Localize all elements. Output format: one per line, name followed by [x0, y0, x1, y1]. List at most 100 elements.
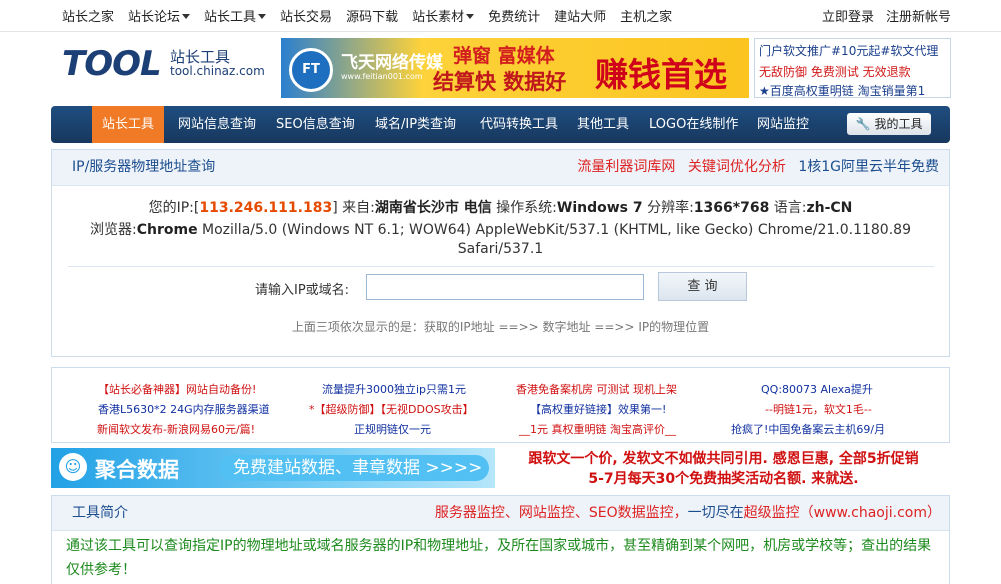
- header-link[interactable]: 流量利器词库网: [577, 159, 675, 175]
- text-ad[interactable]: 流量提升3000独立ip只需1元: [322, 381, 466, 397]
- wrench-icon: 🔧: [855, 117, 871, 131]
- top-nav-item[interactable]: 免费统计: [488, 6, 540, 25]
- top-nav-label: 站长工具: [204, 10, 257, 25]
- text-ad[interactable]: *【超级防御】【无视DDOS攻击】: [309, 401, 474, 417]
- intro-link-text: 一切尽在: [687, 505, 744, 521]
- main-nav: 站长工具 网站信息查询 SEO信息查询 域名/IP类查询 代码转换工具 其他工具…: [51, 106, 950, 143]
- top-nav: 站长之家 站长论坛 站长工具 站长交易 源码下载 站长素材 免费统计 建站大师 …: [62, 0, 686, 31]
- resolution-value: 1366*768: [693, 200, 770, 216]
- top-nav-item[interactable]: 主机之家: [620, 6, 672, 25]
- banner-ad[interactable]: FT 飞天网络传媒 www.feitian001.com 弹窗 富媒体 结算快 …: [281, 38, 749, 98]
- lang-label: 语言:: [769, 200, 807, 216]
- account-links: 立即登录 注册新帐号: [810, 0, 951, 31]
- intro-link-brand: 超级监控: [743, 505, 800, 521]
- chevron-down-icon: [258, 14, 267, 19]
- top-nav-item[interactable]: 站长交易: [280, 6, 332, 25]
- juhe-brand: 聚合数据: [95, 458, 179, 482]
- browser-line-2: Safari/537.1: [52, 241, 949, 257]
- juhe-pill: 免费建站数据、聿章数据 >>>>: [219, 455, 489, 481]
- text-ad[interactable]: 【高权重好链接】效果第一!: [530, 401, 666, 417]
- logo-url: tool.chinaz.com: [170, 64, 265, 78]
- promo-line: 跟软文一个价, 发软文不如做共同引用. 感恩巨惠, 全部5折促销: [528, 451, 919, 467]
- nav-tab-seo-info[interactable]: SEO信息查询: [276, 106, 355, 143]
- text-ad[interactable]: --明链1元，软文1毛--: [765, 401, 872, 417]
- ip-label: 您的IP:[: [148, 200, 200, 216]
- text-ad[interactable]: 正规明链仅一元: [354, 421, 431, 437]
- login-link[interactable]: 立即登录: [822, 6, 874, 25]
- smiley-icon: ☺: [59, 453, 87, 481]
- header-link[interactable]: 关键词优化分析: [688, 159, 786, 175]
- text-ads-grid: 【站长必备神器】网站自动备份! 流量提升3000独立ip只需1元 香港免备案机房…: [51, 367, 950, 443]
- nav-tab-code-convert[interactable]: 代码转换工具: [480, 106, 558, 143]
- top-nav-label: 站长交易: [280, 10, 333, 25]
- text-ad[interactable]: __1元 真权重明链 淘宝高评价__: [519, 421, 676, 437]
- text-ad[interactable]: 新闻软文发布-新浪网易60元/篇!: [97, 421, 255, 437]
- divider: [68, 266, 934, 267]
- banner-line1: 弹窗 富媒体: [453, 45, 555, 67]
- text-ad[interactable]: 香港免备案机房 可测试 现机上架: [516, 381, 677, 397]
- user-agent-cont: Safari/537.1: [457, 241, 544, 257]
- location-value: 湖南省长沙市 电信: [374, 200, 492, 216]
- nav-tab-site-monitor[interactable]: 网站监控: [757, 106, 809, 143]
- query-panel-header: IP/服务器物理地址查询 流量利器词库网 关键词优化分析 1核1G阿里云半年免费: [52, 150, 949, 186]
- lang-value: zh-CN: [806, 200, 853, 216]
- side-ad: 门户软文推广#10元起#软文代理 无敌防御 免费测试 无效退款 ★百度高权重明链…: [754, 38, 951, 98]
- promo-line: 5-7月每天30个免费抽奖活动名额. 来就送.: [588, 471, 859, 487]
- ft-logo-icon: FT: [289, 48, 333, 92]
- banner-line2: 结算快 数据好: [433, 70, 567, 94]
- text-ad[interactable]: 香港L5630*2 24G内存服务器渠道: [98, 401, 270, 417]
- banner-brand-url: www.feitian001.com: [341, 72, 423, 81]
- top-nav-label: 站长论坛: [128, 10, 181, 25]
- top-nav-label: 站长之家: [62, 10, 115, 25]
- top-nav-item[interactable]: 建站大师: [554, 6, 606, 25]
- intro-panel-header: 工具简介 服务器监控、网站监控、SEO数据监控，一切尽在超级监控（www.cha…: [52, 496, 949, 531]
- ip-info-line: 您的IP:[113.246.111.183] 来自:湖南省长沙市 电信 操作系统…: [52, 197, 949, 217]
- text-ad[interactable]: QQ:80073 Alexa提升: [761, 381, 873, 397]
- browser-line: 浏览器:Chrome Mozilla/5.0 (Windows NT 6.1; …: [52, 219, 949, 239]
- intro-link-text: 服务器监控、网站监控、SEO数据监控，: [434, 505, 688, 521]
- juhe-data-banner[interactable]: ☺ 聚合数据 免费建站数据、聿章数据 >>>>: [51, 448, 495, 488]
- side-ad-link[interactable]: 无敌防御 免费测试 无效退款: [759, 63, 911, 80]
- top-nav-item[interactable]: 站长素材: [412, 6, 475, 25]
- nav-tab-other-tools[interactable]: 其他工具: [577, 106, 629, 143]
- top-nav-label: 主机之家: [620, 10, 673, 25]
- register-link[interactable]: 注册新帐号: [886, 6, 951, 25]
- my-tools-button[interactable]: 🔧 我的工具: [847, 113, 931, 135]
- top-bar: 站长之家 站长论坛 站长工具 站长交易 源码下载 站长素材 免费统计 建站大师 …: [0, 0, 1001, 32]
- nav-tab-logo-maker[interactable]: LOGO在线制作: [649, 106, 738, 143]
- promo-text[interactable]: 跟软文一个价, 发软文不如做共同引用. 感恩巨惠, 全部5折促销 5-7月每天3…: [497, 448, 950, 488]
- top-nav-label: 免费统计: [488, 10, 541, 25]
- text-ad[interactable]: 【站长必备神器】网站自动备份!: [98, 381, 256, 397]
- side-ad-link[interactable]: ★百度高权重明链 淘宝销量第1: [759, 82, 925, 99]
- query-button[interactable]: 查 询: [658, 272, 747, 301]
- user-agent: Mozilla/5.0 (Windows NT 6.1; WOW64) Appl…: [197, 222, 911, 238]
- intro-link-url: （www.chaoji.com）: [799, 505, 941, 521]
- from-label: ] 来自:: [332, 200, 375, 216]
- top-nav-label: 源码下载: [346, 10, 399, 25]
- ip-value: 113.246.111.183: [199, 200, 333, 216]
- nav-tab-tools[interactable]: 站长工具: [92, 106, 165, 143]
- nav-tab-site-info[interactable]: 网站信息查询: [178, 106, 256, 143]
- browser-label: 浏览器:: [90, 222, 137, 238]
- nav-tab-domain-ip[interactable]: 域名/IP类查询: [375, 106, 456, 143]
- top-nav-item[interactable]: 源码下载: [346, 6, 398, 25]
- os-label: 操作系统:: [491, 200, 557, 216]
- chevron-down-icon: [466, 14, 475, 19]
- top-nav-item[interactable]: 站长论坛: [128, 6, 191, 25]
- top-nav-item[interactable]: 站长之家: [62, 6, 114, 25]
- top-nav-item[interactable]: 站长工具: [204, 6, 267, 25]
- top-nav-label: 站长素材: [412, 10, 465, 25]
- query-header-links: 流量利器词库网 关键词优化分析 1核1G阿里云半年免费: [569, 150, 939, 185]
- banner-slogan: 赚钱首选: [595, 55, 727, 94]
- intro-header-links[interactable]: 服务器监控、网站监控、SEO数据监控，一切尽在超级监控（www.chaoji.c…: [435, 496, 941, 530]
- chevron-down-icon: [182, 14, 191, 19]
- resolution-label: 分辨率:: [642, 200, 694, 216]
- my-tools-label: 我的工具: [874, 117, 923, 131]
- ip-domain-input[interactable]: [366, 274, 644, 300]
- text-ad[interactable]: 抢疯了!中国免备案云主机69/月: [731, 421, 885, 437]
- site-logo[interactable]: TOOL 站长工具 tool.chinaz.com: [62, 44, 265, 86]
- top-nav-label: 建站大师: [554, 10, 607, 25]
- os-value: Windows 7: [556, 200, 643, 216]
- side-ad-link[interactable]: 门户软文推广#10元起#软文代理: [759, 42, 938, 59]
- header-link[interactable]: 1核1G阿里云半年免费: [798, 159, 939, 175]
